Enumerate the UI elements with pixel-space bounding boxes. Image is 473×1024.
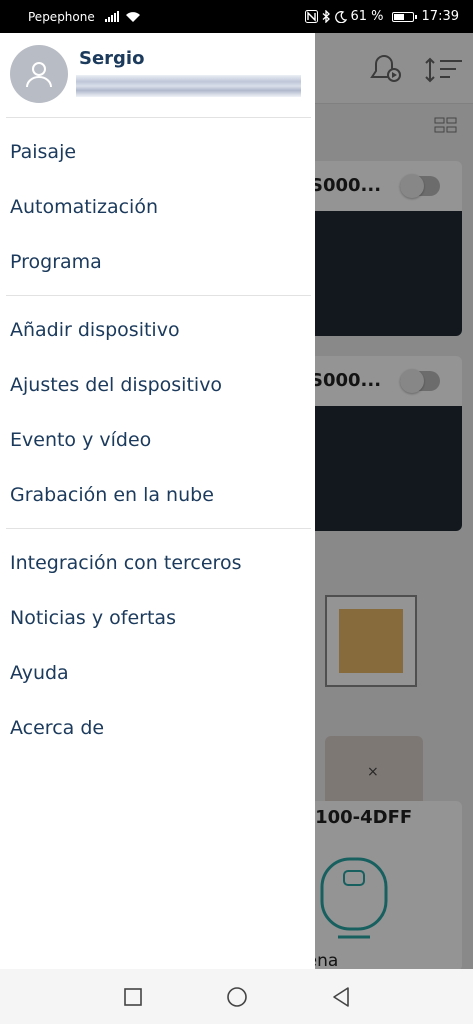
menu-item-about[interactable]: Acerca de bbox=[6, 700, 311, 755]
user-icon bbox=[26, 62, 52, 88]
user-email-redacted bbox=[76, 75, 301, 97]
bluetooth-icon bbox=[322, 10, 330, 23]
back-button[interactable] bbox=[329, 985, 353, 1009]
menu-item-automatizacion[interactable]: Automatización bbox=[6, 179, 311, 234]
menu-item-cloud-recording[interactable]: Grabación en la nube bbox=[6, 467, 311, 522]
carrier-name: Pepephone bbox=[28, 9, 95, 24]
system-nav-bar bbox=[0, 969, 473, 1024]
wifi-icon bbox=[125, 11, 140, 22]
nfc-icon bbox=[304, 10, 318, 23]
back-icon bbox=[332, 986, 349, 1007]
signal-icon bbox=[104, 11, 119, 22]
battery-icon bbox=[391, 11, 417, 22]
menu-item-events-video[interactable]: Evento y vídeo bbox=[6, 412, 311, 467]
moon-icon bbox=[334, 10, 347, 23]
recent-apps-icon bbox=[123, 987, 142, 1006]
user-name: Sergio bbox=[79, 48, 145, 69]
menu-item-news-offers[interactable]: Noticias y ofertas bbox=[6, 590, 311, 645]
menu-item-paisaje[interactable]: Paisaje bbox=[6, 124, 311, 179]
clock: 17:39 bbox=[421, 9, 459, 24]
avatar[interactable] bbox=[10, 45, 68, 103]
menu-item-device-settings[interactable]: Ajustes del dispositivo bbox=[6, 357, 311, 412]
menu-item-third-party[interactable]: Integración con terceros bbox=[6, 535, 311, 590]
menu-item-programa[interactable]: Programa bbox=[6, 234, 311, 289]
navigation-drawer: Sergio Paisaje Automatización Programa A… bbox=[0, 33, 315, 969]
profile-header[interactable]: Sergio bbox=[6, 33, 311, 118]
recent-apps-button[interactable] bbox=[121, 985, 145, 1009]
menu-item-help[interactable]: Ayuda bbox=[6, 645, 311, 700]
home-button[interactable] bbox=[225, 985, 249, 1009]
menu-group-other: Integración con terceros Noticias y ofer… bbox=[6, 529, 311, 761]
battery-percent: 61 % bbox=[350, 9, 384, 24]
menu-item-add-device[interactable]: Añadir dispositivo bbox=[6, 302, 311, 357]
status-bar: Pepephone 61 % 17:39 bbox=[0, 0, 473, 33]
home-icon bbox=[226, 986, 247, 1007]
menu-group-devices: Añadir dispositivo Ajustes del dispositi… bbox=[6, 296, 311, 529]
menu-group-scenes: Paisaje Automatización Programa bbox=[6, 118, 311, 296]
